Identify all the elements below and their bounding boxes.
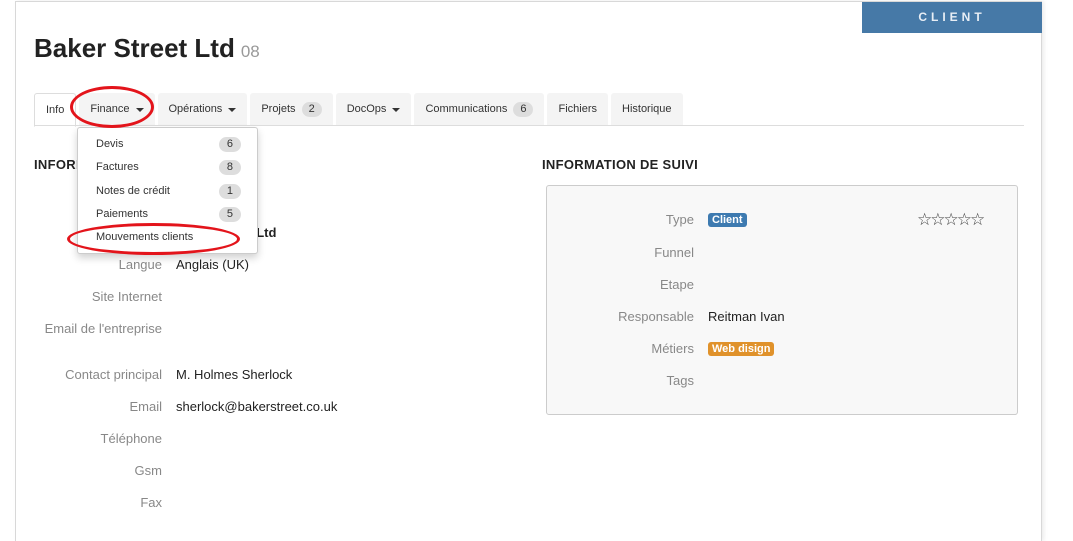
- menu-item-paiements[interactable]: Paiements 5: [96, 205, 241, 223]
- tab-communications[interactable]: Communications 6: [414, 93, 545, 126]
- count-badge: 2: [301, 102, 322, 117]
- field-value: Anglais (UK): [176, 257, 249, 272]
- tab-label: Finance: [90, 103, 130, 115]
- tab-info[interactable]: Info: [34, 93, 77, 127]
- contact-link[interactable]: M. Holmes Sherlock: [176, 367, 292, 382]
- responsable-value: Reitman Ivan: [708, 309, 785, 324]
- tab-projets[interactable]: Projets 2: [250, 93, 333, 126]
- tab-bar: Info Finance Opérations Projets 2 DocOps …: [34, 93, 686, 127]
- menu-item-mouvements-clients[interactable]: Mouvements clients: [96, 228, 241, 246]
- count-badge: 8: [218, 159, 241, 175]
- finance-dropdown-menu: Devis 6 Factures 8 Notes de crédit 1 Paieme…: [77, 127, 258, 254]
- caret-down-icon: [135, 107, 144, 112]
- menu-item-label: Paiements: [96, 208, 148, 220]
- suivi-panel: Type Client ☆☆☆☆☆ Funnel Etape Responsabl…: [546, 185, 1018, 415]
- field-label: Fax: [140, 495, 162, 510]
- tab-fichiers[interactable]: Fichiers: [547, 93, 608, 126]
- menu-item-notes-de-credit[interactable]: Notes de crédit 1: [96, 182, 241, 200]
- field-label: Tags: [666, 373, 694, 388]
- type-badge: Client: [708, 212, 747, 227]
- tab-docops[interactable]: DocOps: [335, 93, 412, 126]
- field-label: Etape: [660, 277, 694, 292]
- menu-item-label: Devis: [96, 138, 124, 150]
- caret-down-icon: [228, 107, 237, 112]
- tab-label: Communications: [425, 103, 508, 115]
- client-ribbon: CLIENT: [862, 2, 1042, 33]
- email-link[interactable]: sherlock@bakerstreet.co.uk: [176, 399, 337, 414]
- tab-label: Opérations: [168, 103, 223, 115]
- field-label: Email de l'entreprise: [44, 321, 162, 336]
- field-label: Funnel: [654, 245, 694, 260]
- tab-label: Historique: [622, 103, 672, 115]
- tab-label: Info: [46, 103, 65, 116]
- star-rating[interactable]: ☆☆☆☆☆: [917, 210, 985, 230]
- field-label: Métiers: [651, 341, 694, 356]
- menu-item-label: Factures: [96, 161, 139, 173]
- company-name: Baker Street Ltd: [34, 33, 235, 63]
- tab-operations[interactable]: Opérations: [157, 93, 248, 126]
- page-title: Baker Street Ltd 08: [34, 33, 260, 64]
- field-label: Responsable: [618, 309, 694, 324]
- tab-divider: [34, 125, 1024, 126]
- tab-historique[interactable]: Historique: [611, 93, 683, 126]
- menu-item-label: Notes de crédit: [96, 185, 170, 197]
- caret-down-icon: [392, 107, 401, 112]
- tab-finance[interactable]: Finance: [79, 93, 155, 126]
- count-badge: 6: [513, 102, 534, 117]
- field-label: Gsm: [134, 463, 162, 478]
- field-label: Téléphone: [100, 431, 162, 446]
- section-heading-suivi: INFORMATION DE SUIVI: [542, 157, 698, 172]
- menu-item-factures[interactable]: Factures 8: [96, 158, 241, 176]
- field-label: Site Internet: [91, 289, 162, 304]
- metiers-badge: Web disign: [708, 341, 775, 356]
- count-badge: 5: [218, 206, 241, 222]
- tab-label: Fichiers: [558, 103, 597, 115]
- field-label: Langue: [118, 257, 162, 272]
- menu-item-label: Mouvements clients: [96, 231, 194, 243]
- tab-label: DocOps: [346, 103, 387, 115]
- menu-item-devis[interactable]: Devis 6: [96, 135, 241, 153]
- company-number: 08: [240, 42, 260, 61]
- field-label: Type: [665, 212, 694, 227]
- field-label: Contact principal: [65, 367, 162, 382]
- count-badge: 1: [218, 183, 241, 199]
- count-badge: 6: [218, 136, 241, 152]
- field-label: Email: [129, 399, 162, 414]
- tab-label: Projets: [261, 103, 296, 115]
